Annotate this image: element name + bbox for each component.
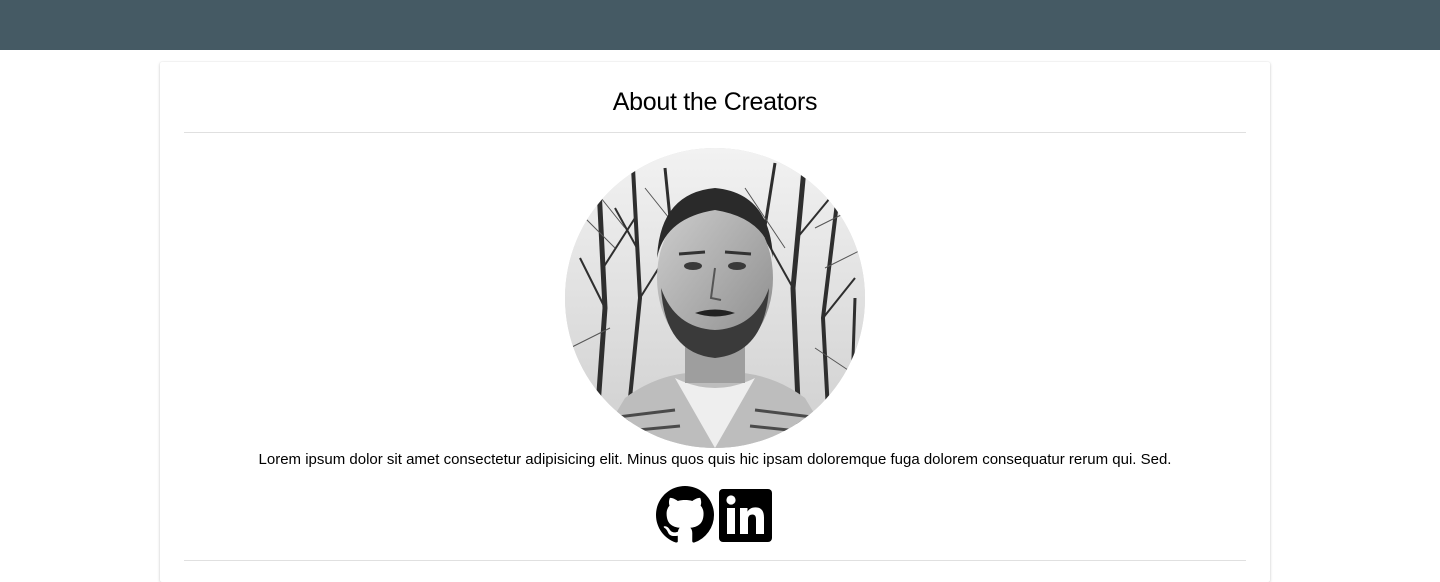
github-icon (656, 486, 714, 543)
about-card: About the Creators Lorem ipsum dolor sit… (160, 62, 1270, 582)
social-links (656, 486, 776, 544)
section-divider (184, 560, 1246, 561)
title-divider (184, 132, 1246, 133)
linkedin-icon (719, 489, 772, 542)
creator-bio: Lorem ipsum dolor sit amet consectetur a… (258, 451, 1172, 468)
page-title: About the Creators (612, 88, 818, 116)
linkedin-link[interactable] (716, 486, 774, 544)
profile-photo (565, 148, 865, 448)
github-link[interactable] (656, 486, 714, 544)
top-nav-bar (0, 0, 1440, 50)
creator-avatar (565, 148, 865, 448)
